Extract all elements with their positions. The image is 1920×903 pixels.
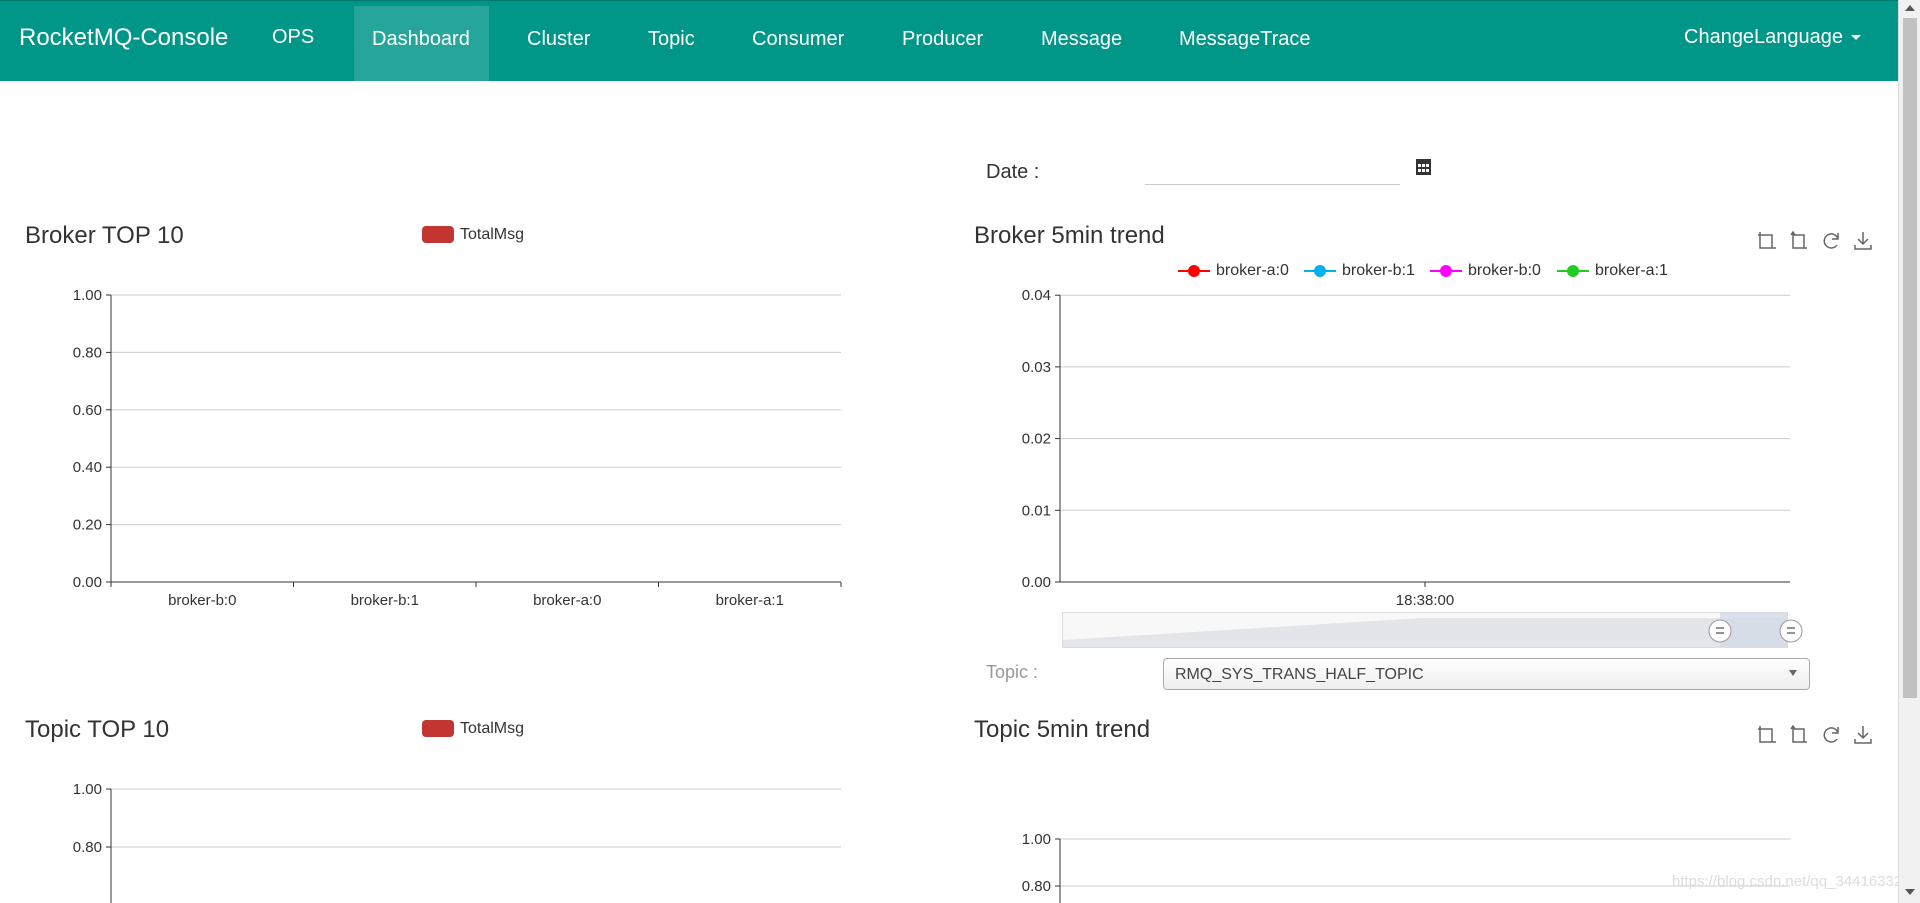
x-tick-label: broker-b:1 bbox=[351, 592, 419, 609]
zoom-reset-icon[interactable] bbox=[1788, 724, 1810, 746]
scrollbar-thumb[interactable] bbox=[1903, 18, 1917, 698]
refresh-icon[interactable] bbox=[1820, 724, 1842, 746]
caret-down-icon bbox=[1851, 35, 1862, 41]
scroll-up-arrow-icon[interactable] bbox=[1905, 5, 1915, 11]
broker-top10-legend-label[interactable]: TotalMsg bbox=[460, 226, 524, 244]
y-tick-label: 0.03 bbox=[1022, 359, 1051, 376]
topic-top10-legend-swatch[interactable] bbox=[422, 720, 454, 737]
broker-top10-chart: 0.00 0.20 0.40 0.60 0.80 1.00 broker-b:0 broker… bbox=[73, 287, 842, 609]
y-tick-label: 0.80 bbox=[73, 839, 102, 856]
brand-title[interactable]: RocketMQ-Console bbox=[19, 24, 228, 52]
y-tick-label: 0.60 bbox=[73, 402, 102, 419]
broker-trend-title: Broker 5min trend bbox=[974, 222, 1165, 249]
nav-item-message[interactable]: Message bbox=[1041, 28, 1122, 51]
change-language-label: ChangeLanguage bbox=[1684, 26, 1844, 48]
x-tick-label: broker-a:1 bbox=[716, 592, 784, 609]
top-navbar: RocketMQ-Console OPS Dashboard Cluster T… bbox=[0, 0, 1898, 81]
download-icon[interactable] bbox=[1852, 230, 1874, 252]
download-icon[interactable] bbox=[1852, 724, 1874, 746]
y-tick-label: 0.00 bbox=[1022, 574, 1051, 591]
broker-top10-legend-swatch[interactable] bbox=[422, 226, 454, 243]
y-tick-label: 0.20 bbox=[73, 517, 102, 534]
watermark: https://blog.csdn.net/qq_34416332 bbox=[1672, 873, 1903, 890]
nav-item-cluster[interactable]: Cluster bbox=[527, 28, 590, 51]
nav-item-messagetrace[interactable]: MessageTrace bbox=[1179, 28, 1311, 51]
vertical-scrollbar[interactable] bbox=[1898, 0, 1920, 903]
calendar-icon[interactable] bbox=[1415, 157, 1432, 176]
y-tick-label: 0.40 bbox=[73, 459, 102, 476]
broker-trend-chart: 0.00 0.01 0.02 0.03 0.04 18:38:00 bbox=[1022, 287, 1790, 609]
topic-top10-legend-label[interactable]: TotalMsg bbox=[460, 720, 524, 738]
topic-top10-chart: 0.80 1.00 bbox=[73, 781, 841, 903]
scroll-down-arrow-icon[interactable] bbox=[1905, 889, 1915, 895]
broker-top10-title: Broker TOP 10 bbox=[25, 222, 184, 249]
dropdown-arrow-icon bbox=[1789, 670, 1797, 676]
y-tick-label: 1.00 bbox=[1022, 831, 1051, 848]
y-tick-label: 1.00 bbox=[73, 781, 102, 798]
nav-item-dashboard[interactable]: Dashboard bbox=[372, 28, 470, 51]
zoom-reset-icon[interactable] bbox=[1788, 230, 1810, 252]
date-label: Date : bbox=[986, 161, 1040, 183]
datazoom-slider[interactable] bbox=[1062, 612, 1812, 652]
change-language-dropdown[interactable]: ChangeLanguage bbox=[1684, 26, 1862, 49]
x-tick-label: broker-a:0 bbox=[533, 592, 601, 609]
y-tick-label: 0.02 bbox=[1022, 431, 1051, 448]
y-tick-label: 1.00 bbox=[73, 287, 102, 304]
y-tick-label: 0.80 bbox=[1022, 878, 1051, 895]
zoom-icon[interactable] bbox=[1756, 230, 1778, 252]
refresh-icon[interactable] bbox=[1820, 230, 1842, 252]
nav-item-topic[interactable]: Topic bbox=[648, 28, 695, 51]
topic-top10-title: Topic TOP 10 bbox=[25, 716, 170, 743]
topic-select[interactable]: RMQ_SYS_TRANS_HALF_TOPIC bbox=[1163, 658, 1810, 690]
nav-item-consumer[interactable]: Consumer bbox=[752, 28, 844, 51]
datazoom-handle-left[interactable] bbox=[1708, 619, 1732, 643]
y-tick-label: 0.01 bbox=[1022, 502, 1051, 519]
x-tick-label: 18:38:00 bbox=[1396, 592, 1454, 609]
y-tick-label: 0.80 bbox=[73, 344, 102, 361]
y-tick-label: 0.00 bbox=[73, 574, 102, 591]
nav-item-producer[interactable]: Producer bbox=[902, 28, 983, 51]
topic-label: Topic : bbox=[986, 662, 1039, 682]
datazoom-handle-right[interactable] bbox=[1779, 619, 1803, 643]
x-tick-label: broker-b:0 bbox=[168, 592, 236, 609]
nav-item-ops[interactable]: OPS bbox=[272, 26, 314, 49]
topic-select-value: RMQ_SYS_TRANS_HALF_TOPIC bbox=[1175, 666, 1424, 683]
date-input[interactable] bbox=[1145, 158, 1400, 185]
zoom-icon[interactable] bbox=[1756, 724, 1778, 746]
topic-trend-title: Topic 5min trend bbox=[974, 716, 1151, 743]
y-tick-label: 0.04 bbox=[1022, 287, 1051, 304]
